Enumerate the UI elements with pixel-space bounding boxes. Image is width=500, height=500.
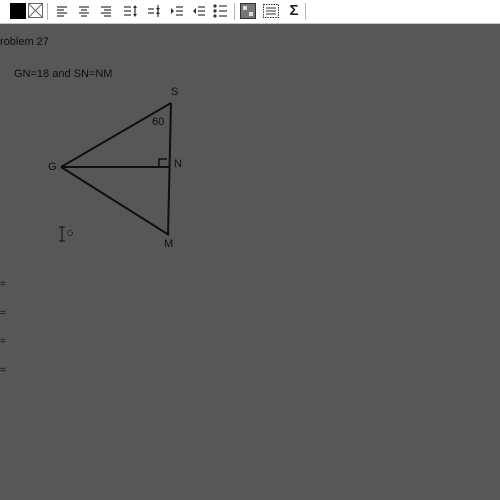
insert-image-icon[interactable] <box>239 2 257 20</box>
vertex-label-m: M <box>164 238 174 250</box>
vertex-label-s: S <box>171 86 179 98</box>
vertex-label-g: G <box>48 161 57 173</box>
toolbar-separator <box>47 3 48 20</box>
align-right-icon[interactable] <box>97 2 115 20</box>
formatting-toolbar: Σ <box>0 0 500 24</box>
segment-sm <box>167 102 172 236</box>
align-left-icon[interactable] <box>53 2 71 20</box>
decrease-indent-icon[interactable] <box>190 2 208 20</box>
fill-color-swatch-icon[interactable] <box>9 2 27 20</box>
vertex-label-n: N <box>174 158 182 170</box>
segment-gm <box>60 166 170 236</box>
equation-line: = <box>0 365 6 376</box>
bullet-list-icon[interactable] <box>211 2 229 20</box>
right-angle-mark <box>158 158 167 167</box>
segment-gs <box>60 102 172 168</box>
whiteboard-canvas[interactable]: roblem 27 GN=18 and SN=NM S G N M 60 = =… <box>0 24 500 500</box>
text-cursor-icon <box>59 226 73 242</box>
equation-line: = <box>0 279 6 290</box>
equation-line: = <box>0 308 6 319</box>
no-fill-icon[interactable] <box>27 2 45 20</box>
paragraph-spacing-icon[interactable] <box>145 2 163 20</box>
angle-label: 60 <box>152 116 165 128</box>
sigma-icon[interactable]: Σ <box>285 2 303 20</box>
toolbar-separator <box>305 3 306 20</box>
increase-indent-icon[interactable] <box>168 2 186 20</box>
toolbar-separator <box>234 3 235 20</box>
triangle-figure <box>59 102 172 242</box>
insert-table-icon[interactable] <box>262 2 280 20</box>
align-center-icon[interactable] <box>75 2 93 20</box>
line-spacing-icon[interactable] <box>121 2 139 20</box>
equation-line: = <box>0 336 6 347</box>
